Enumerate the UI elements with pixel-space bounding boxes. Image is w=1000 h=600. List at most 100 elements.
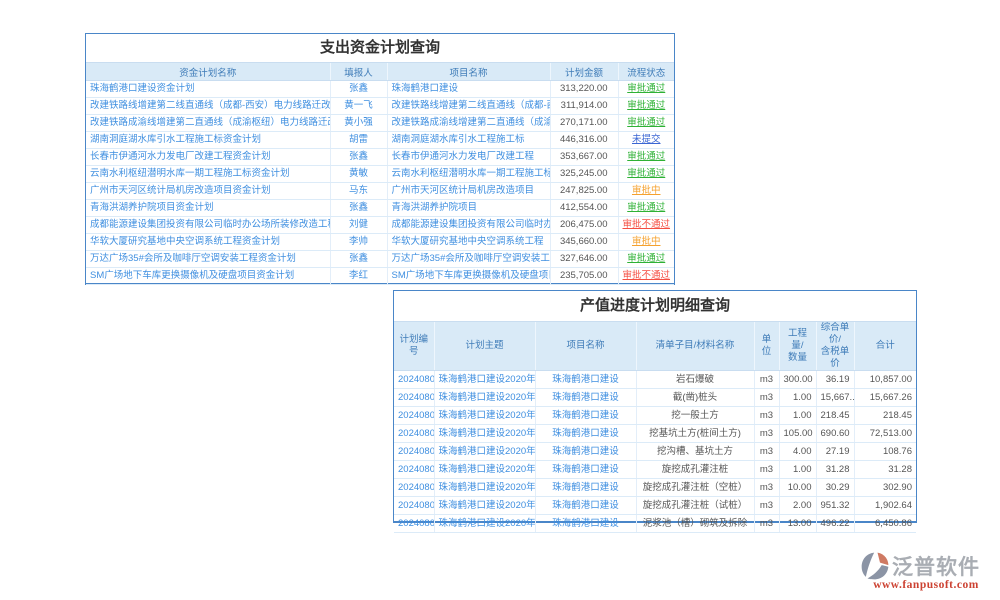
fund-plan-name-link[interactable]: 改建铁路成渝线增建第二直通线（成渝枢纽）电力线路迁改 (86, 115, 330, 132)
quantity-value: 300.00 (779, 371, 816, 389)
process-status-link[interactable]: 审批中 (618, 183, 674, 200)
total-value: 72,513.00 (854, 425, 916, 443)
fund-plan-name-link[interactable]: 成都能源建设集团投资有限公司临时办公场所装修改造工程 (86, 217, 330, 234)
quantity-value: 10.00 (779, 479, 816, 497)
process-status-link[interactable]: 审批通过 (618, 166, 674, 183)
process-status-link[interactable]: 审批通过 (618, 98, 674, 115)
item-material-name: 挖沟槽、基坑土方 (636, 443, 754, 461)
process-status-link[interactable]: 审批中 (618, 234, 674, 251)
filler-link[interactable]: 胡雷 (330, 132, 387, 149)
project-name-link[interactable]: 珠海鹤港口建设 (535, 443, 636, 461)
project-name-link[interactable]: 长春市伊通河水力发电厂改建工程 (387, 149, 550, 166)
plan-no-link[interactable]: 2024080 (394, 461, 434, 479)
plan-theme-link[interactable]: 珠海鹤港口建设2020年9月份计划 (434, 497, 535, 515)
unit-price-value: 690.60 (816, 425, 854, 443)
quantity-value: 1.00 (779, 461, 816, 479)
filler-link[interactable]: 张鑫 (330, 81, 387, 98)
planned-amount: 345,660.00 (550, 234, 618, 251)
filler-link[interactable]: 张鑫 (330, 200, 387, 217)
project-name-link[interactable]: 珠海鹤港口建设 (535, 497, 636, 515)
process-status-link[interactable]: 审批不通过 (618, 217, 674, 234)
fund-plan-name-link[interactable]: 万达广场35#会所及咖啡厅空调安装工程资金计划 (86, 251, 330, 268)
project-name-link[interactable]: 珠海鹤港口建设 (535, 479, 636, 497)
plan-no-link[interactable]: 2024080 (394, 497, 434, 515)
quantity-value: 1.00 (779, 389, 816, 407)
output-progress-detail-title: 产值进度计划明细查询 (394, 291, 916, 321)
plan-no-link[interactable]: 2024080 (394, 443, 434, 461)
process-status-link[interactable]: 未提交 (618, 132, 674, 149)
project-name-link[interactable]: 改建铁路成渝线增建第二直通线（成渝枢纽）电力线路迁改 (387, 115, 550, 132)
process-status-link[interactable]: 审批通过 (618, 251, 674, 268)
fund-plan-name-link[interactable]: 华软大厦研究基地中央空调系统工程资金计划 (86, 234, 330, 251)
col-header-project-name: 项目名称 (535, 322, 636, 371)
process-status-link[interactable]: 审批通过 (618, 81, 674, 98)
fund-plan-name-link[interactable]: 珠海鹤港口建设资金计划 (86, 81, 330, 98)
plan-no-link[interactable]: 2024080 (394, 515, 434, 533)
unit-value: m3 (754, 407, 779, 425)
plan-theme-link[interactable]: 珠海鹤港口建设2020年9月份计划 (434, 389, 535, 407)
filler-link[interactable]: 刘健 (330, 217, 387, 234)
process-status-link[interactable]: 审批不通过 (618, 268, 674, 285)
filler-link[interactable]: 李帅 (330, 234, 387, 251)
output-progress-row: 2024080珠海鹤港口建设2020年9月份计划珠海鹤港口建设旋挖成孔灌注桩（空… (394, 479, 916, 497)
project-name-link[interactable]: 珠海鹤港口建设 (535, 515, 636, 533)
project-name-link[interactable]: 成都能源建设集团投资有限公司临时办公场所装修改造工程 (387, 217, 550, 234)
project-name-link[interactable]: 珠海鹤港口建设 (535, 371, 636, 389)
project-name-link[interactable]: 珠海鹤港口建设 (535, 425, 636, 443)
quantity-value: 13.00 (779, 515, 816, 533)
process-status-link[interactable]: 审批通过 (618, 115, 674, 132)
fund-plan-name-link[interactable]: 云南水利枢纽潜明水库一期工程施工标资金计划 (86, 166, 330, 183)
project-name-link[interactable]: 珠海鹤港口建设 (387, 81, 550, 98)
filler-link[interactable]: 张鑫 (330, 251, 387, 268)
plan-no-link[interactable]: 2024080 (394, 425, 434, 443)
fund-plan-name-link[interactable]: 改建铁路线增建第二线直通线（成都-西安）电力线路迁改工 (86, 98, 330, 115)
unit-price-value: 15,667... (816, 389, 854, 407)
project-name-link[interactable]: 珠海鹤港口建设 (535, 461, 636, 479)
fund-plan-name-link[interactable]: 广州市天河区统计局机房改造项目资金计划 (86, 183, 330, 200)
plan-theme-link[interactable]: 珠海鹤港口建设2020年9月份计划 (434, 443, 535, 461)
plan-no-link[interactable]: 2024080 (394, 389, 434, 407)
filler-link[interactable]: 马东 (330, 183, 387, 200)
plan-theme-link[interactable]: 珠海鹤港口建设2020年9月份计划 (434, 515, 535, 533)
plan-no-link[interactable]: 2024080 (394, 371, 434, 389)
plan-no-link[interactable]: 2024080 (394, 479, 434, 497)
fanpu-logo-icon (860, 551, 890, 581)
unit-price-value: 218.45 (816, 407, 854, 425)
fund-plan-name-link[interactable]: 湖南洞庭湖水库引水工程施工标资金计划 (86, 132, 330, 149)
process-status-link[interactable]: 审批通过 (618, 200, 674, 217)
plan-theme-link[interactable]: 珠海鹤港口建设2020年9月份计划 (434, 407, 535, 425)
project-name-link[interactable]: 珠海鹤港口建设 (535, 407, 636, 425)
plan-theme-link[interactable]: 珠海鹤港口建设2020年9月份计划 (434, 425, 535, 443)
filler-link[interactable]: 黄敏 (330, 166, 387, 183)
planned-amount: 446,316.00 (550, 132, 618, 149)
fund-plan-name-link[interactable]: 长春市伊通河水力发电厂改建工程资金计划 (86, 149, 330, 166)
filler-link[interactable]: 张鑫 (330, 149, 387, 166)
plan-no-link[interactable]: 2024080 (394, 407, 434, 425)
project-name-link[interactable]: 云南水利枢纽潜明水库一期工程施工标 (387, 166, 550, 183)
project-name-link[interactable]: 青海洪湖养护院项目 (387, 200, 550, 217)
project-name-link[interactable]: 湖南洞庭湖水库引水工程施工标 (387, 132, 550, 149)
plan-theme-link[interactable]: 珠海鹤港口建设2020年9月份计划 (434, 371, 535, 389)
quantity-value: 4.00 (779, 443, 816, 461)
project-name-link[interactable]: 广州市天河区统计局机房改造项目 (387, 183, 550, 200)
plan-theme-link[interactable]: 珠海鹤港口建设2020年9月份计划 (434, 479, 535, 497)
col-header-project-name: 项目名称 (387, 63, 550, 81)
project-name-link[interactable]: 珠海鹤港口建设 (535, 389, 636, 407)
filler-link[interactable]: 黄一飞 (330, 98, 387, 115)
fund-plan-row: 青海洪湖养护院项目资金计划张鑫青海洪湖养护院项目412,554.00审批通过 (86, 200, 674, 217)
unit-value: m3 (754, 461, 779, 479)
plan-theme-link[interactable]: 珠海鹤港口建设2020年9月份计划 (434, 461, 535, 479)
fund-plan-row: 湖南洞庭湖水库引水工程施工标资金计划胡雷湖南洞庭湖水库引水工程施工标446,31… (86, 132, 674, 149)
filler-link[interactable]: 李红 (330, 268, 387, 285)
fund-plan-header-row: 资金计划名称 填报人 项目名称 计划金额 流程状态 (86, 63, 674, 81)
fund-plan-name-link[interactable]: 青海洪湖养护院项目资金计划 (86, 200, 330, 217)
col-header-filler: 填报人 (330, 63, 387, 81)
fund-plan-name-link[interactable]: SM广场地下车库更换摄像机及硬盘项目资金计划 (86, 268, 330, 285)
process-status-link[interactable]: 审批通过 (618, 149, 674, 166)
project-name-link[interactable]: 改建铁路线增建第二线直通线（成都-西安）电力线路迁改工 (387, 98, 550, 115)
filler-link[interactable]: 黄小强 (330, 115, 387, 132)
fund-plan-row: 改建铁路线增建第二线直通线（成都-西安）电力线路迁改工黄一飞改建铁路线增建第二线… (86, 98, 674, 115)
project-name-link[interactable]: SM广场地下车库更换摄像机及硬盘项目 (387, 268, 550, 285)
project-name-link[interactable]: 华软大厦研究基地中央空调系统工程 (387, 234, 550, 251)
project-name-link[interactable]: 万达广场35#会所及咖啡厅空调安装工程 (387, 251, 550, 268)
